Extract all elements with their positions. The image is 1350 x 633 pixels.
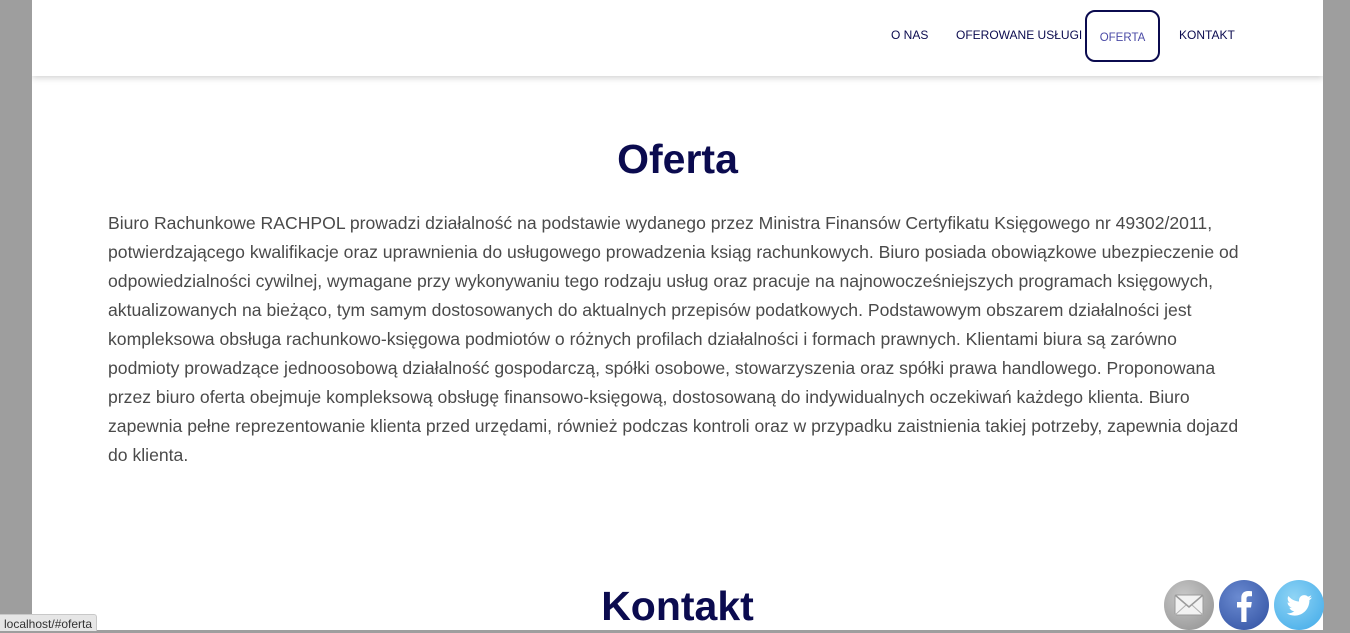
navbar: O NAS OFEROWANE USŁUGI OFERTA KONTAKT (32, 0, 1323, 76)
email-icon (1174, 594, 1204, 616)
kontakt-heading: Kontakt (601, 583, 754, 629)
facebook-share-button[interactable] (1219, 580, 1269, 630)
status-bar-url: localhost/#oferta (0, 614, 98, 631)
twitter-icon (1286, 595, 1312, 616)
page-content: O NAS OFEROWANE USŁUGI OFERTA KONTAKT Of… (32, 0, 1323, 630)
nav-link-oferowane-uslugi[interactable]: OFEROWANE USŁUGI (956, 28, 1082, 42)
nav-link-oferta[interactable]: OFERTA (1085, 10, 1160, 62)
email-share-button[interactable] (1164, 580, 1214, 630)
facebook-icon (1237, 591, 1252, 622)
twitter-share-button[interactable] (1274, 580, 1324, 630)
nav-link-o-nas[interactable]: O NAS (891, 28, 928, 42)
oferta-description: Biuro Rachunkowe RACHPOL prowadzi działa… (108, 213, 1239, 465)
nav-link-oferta-label: OFERTA (1099, 32, 1146, 44)
nav-link-kontakt[interactable]: KONTAKT (1179, 28, 1235, 42)
nav-menu: O NAS OFEROWANE USŁUGI OFERTA KONTAKT (32, 0, 1323, 76)
oferta-heading: Oferta (617, 136, 738, 182)
